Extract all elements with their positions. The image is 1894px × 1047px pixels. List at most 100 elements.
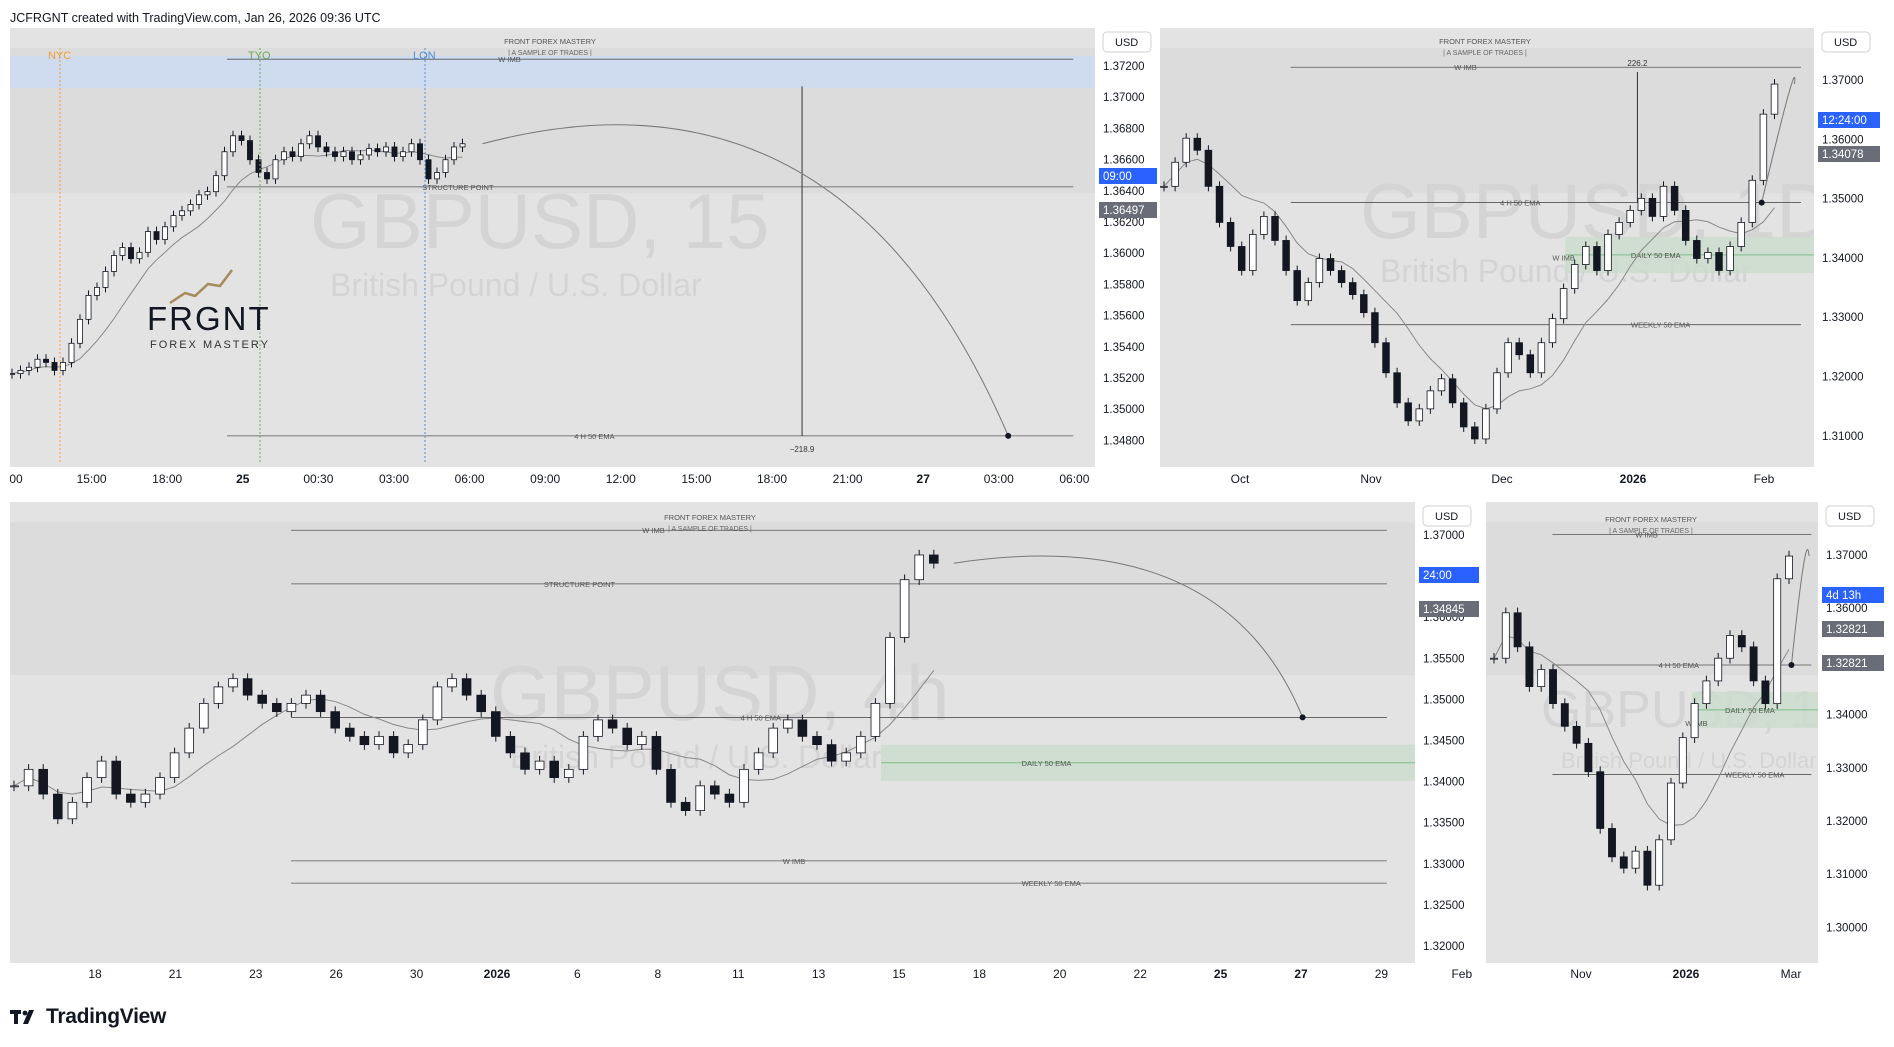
- candle-body: [1619, 856, 1628, 869]
- candle-body: [128, 247, 134, 260]
- candle-body: [1525, 646, 1534, 687]
- candle-body: [1655, 839, 1664, 886]
- chart-1d-svg[interactable]: GBPUSD, 1DBritish Pound / U.S. DollarFRO…: [1160, 28, 1884, 491]
- y-tick-label: 1.34800: [1103, 435, 1145, 447]
- chart-1w-svg[interactable]: GBPUSD, 1WBritish Pound / U.S. DollarFRO…: [1486, 502, 1884, 987]
- watermark-symbol: GBPUSD, 4h: [490, 649, 950, 737]
- candle-body: [1748, 179, 1757, 223]
- candle-body: [1714, 657, 1723, 682]
- brand-title: FRONT FOREX MASTERY: [664, 513, 756, 522]
- candle-body: [1315, 258, 1324, 283]
- y-tick-label: 1.34000: [1826, 710, 1868, 722]
- candle-body: [476, 694, 486, 713]
- time-axis: [1160, 467, 1814, 491]
- candle-body: [1393, 372, 1401, 404]
- chart-panel-1w[interactable]: GBPUSD, 1WBritish Pound / U.S. DollarFRO…: [1486, 502, 1884, 987]
- candle-body: [434, 172, 440, 180]
- y-tick-label: 1.35000: [1822, 194, 1864, 206]
- y-tick-label: 1.32500: [1423, 900, 1465, 912]
- candle-body: [1737, 635, 1746, 648]
- x-tick-label: 18: [973, 967, 987, 981]
- candle-body: [1737, 222, 1745, 247]
- x-tick-label: 6: [574, 967, 581, 981]
- x-tick-label: 30: [410, 967, 424, 981]
- y-tick-label: 1.36600: [1103, 155, 1145, 167]
- candle-body: [710, 785, 720, 795]
- candle-body: [126, 793, 136, 803]
- candle-body: [1204, 149, 1213, 187]
- candle-body: [391, 146, 398, 157]
- candle-body: [1415, 408, 1424, 422]
- candle-body: [136, 251, 143, 260]
- candle-body: [349, 151, 355, 161]
- candle-body: [301, 694, 311, 704]
- candle-body: [1182, 137, 1190, 163]
- w-imb-low-level-text: W IMB: [783, 857, 806, 866]
- candle-body: [153, 231, 160, 240]
- candle-body: [1501, 612, 1510, 659]
- candle-body: [885, 637, 895, 704]
- candle-body: [1537, 342, 1546, 374]
- currency-label: USD: [1834, 37, 1857, 49]
- candle-body: [145, 231, 151, 253]
- candle-body: [272, 702, 282, 713]
- candle-body: [1193, 137, 1202, 151]
- candle-body: [323, 146, 330, 153]
- candle-body: [812, 735, 822, 746]
- candle-body: [1693, 240, 1701, 259]
- candle-body: [1549, 669, 1557, 705]
- candle-body: [257, 694, 267, 704]
- candle-body: [1537, 669, 1546, 687]
- x-tick-label: 21:00: [833, 472, 863, 486]
- w-imb-level-text: W IMB: [1635, 530, 1658, 539]
- candle-body: [213, 175, 219, 193]
- chart-15m-svg[interactable]: GBPUSD, 15British Pound / U.S. Dollar FRO…: [10, 28, 1157, 491]
- candle-body: [68, 342, 75, 363]
- candle-body: [77, 318, 83, 344]
- brand-title: FRONT FOREX MASTERY: [1439, 37, 1531, 46]
- y-tick-label: 1.36800: [1103, 123, 1145, 135]
- candle-body: [914, 554, 924, 581]
- measure-label: 226.2: [1627, 59, 1648, 68]
- x-tick-label: 13: [812, 967, 826, 981]
- candle-body: [38, 768, 48, 795]
- candle-body: [170, 215, 177, 228]
- candle-body: [155, 777, 165, 795]
- watermark-name: British Pound / U.S. Dollar: [330, 267, 702, 303]
- y-tick-label: 1.32000: [1423, 941, 1465, 953]
- candle-body: [111, 255, 117, 272]
- candle-body: [1678, 737, 1687, 784]
- candle-body: [213, 686, 224, 704]
- brand-title: FRONT FOREX MASTERY: [504, 37, 596, 46]
- candle-body: [1670, 185, 1679, 211]
- candle-body: [1293, 270, 1301, 302]
- candle-body: [651, 735, 662, 770]
- candle-body: [1604, 234, 1612, 271]
- candle-body: [724, 793, 735, 803]
- candle-body: [1681, 209, 1690, 241]
- y-tick-label: 1.37000: [1423, 530, 1465, 542]
- chart-panel-4h[interactable]: GBPUSD, 4h British Pound / U.S. Dollar FRO…: [10, 502, 1479, 987]
- candle-body: [1626, 209, 1634, 223]
- candle-body: [459, 143, 466, 148]
- chart-panel-1d[interactable]: GBPUSD, 1DBritish Pound / U.S. DollarFRO…: [1160, 28, 1884, 491]
- candle-body: [1749, 646, 1758, 682]
- y-tick-label: 1.34000: [1822, 253, 1864, 265]
- chart-4h-svg[interactable]: GBPUSD, 4hBritish Pound / U.S. DollarFRO…: [10, 502, 1479, 987]
- session-label-nyc: NYC: [48, 50, 71, 62]
- candle-body: [520, 752, 530, 770]
- candle-body: [1570, 264, 1579, 289]
- price-label-text: 1.34078: [1822, 149, 1864, 161]
- candle-body: [184, 727, 194, 754]
- tradingview-wordmark: TradingView: [46, 1005, 167, 1028]
- x-tick-label: Feb: [1451, 967, 1472, 981]
- tradingview-brand[interactable]: TradingView: [10, 1005, 166, 1029]
- chart-panel-15m[interactable]: GBPUSD, 15 British Pound / U.S. Dollar FRO…: [10, 28, 1157, 491]
- projection-target-dot: [1788, 662, 1795, 669]
- candle-body: [451, 146, 457, 161]
- candle-body: [1459, 402, 1468, 428]
- x-tick-label: 18:00: [152, 472, 182, 486]
- candle-body: [82, 777, 92, 803]
- price-label-text: 12:24:00: [1822, 115, 1867, 127]
- candle-body: [119, 247, 126, 256]
